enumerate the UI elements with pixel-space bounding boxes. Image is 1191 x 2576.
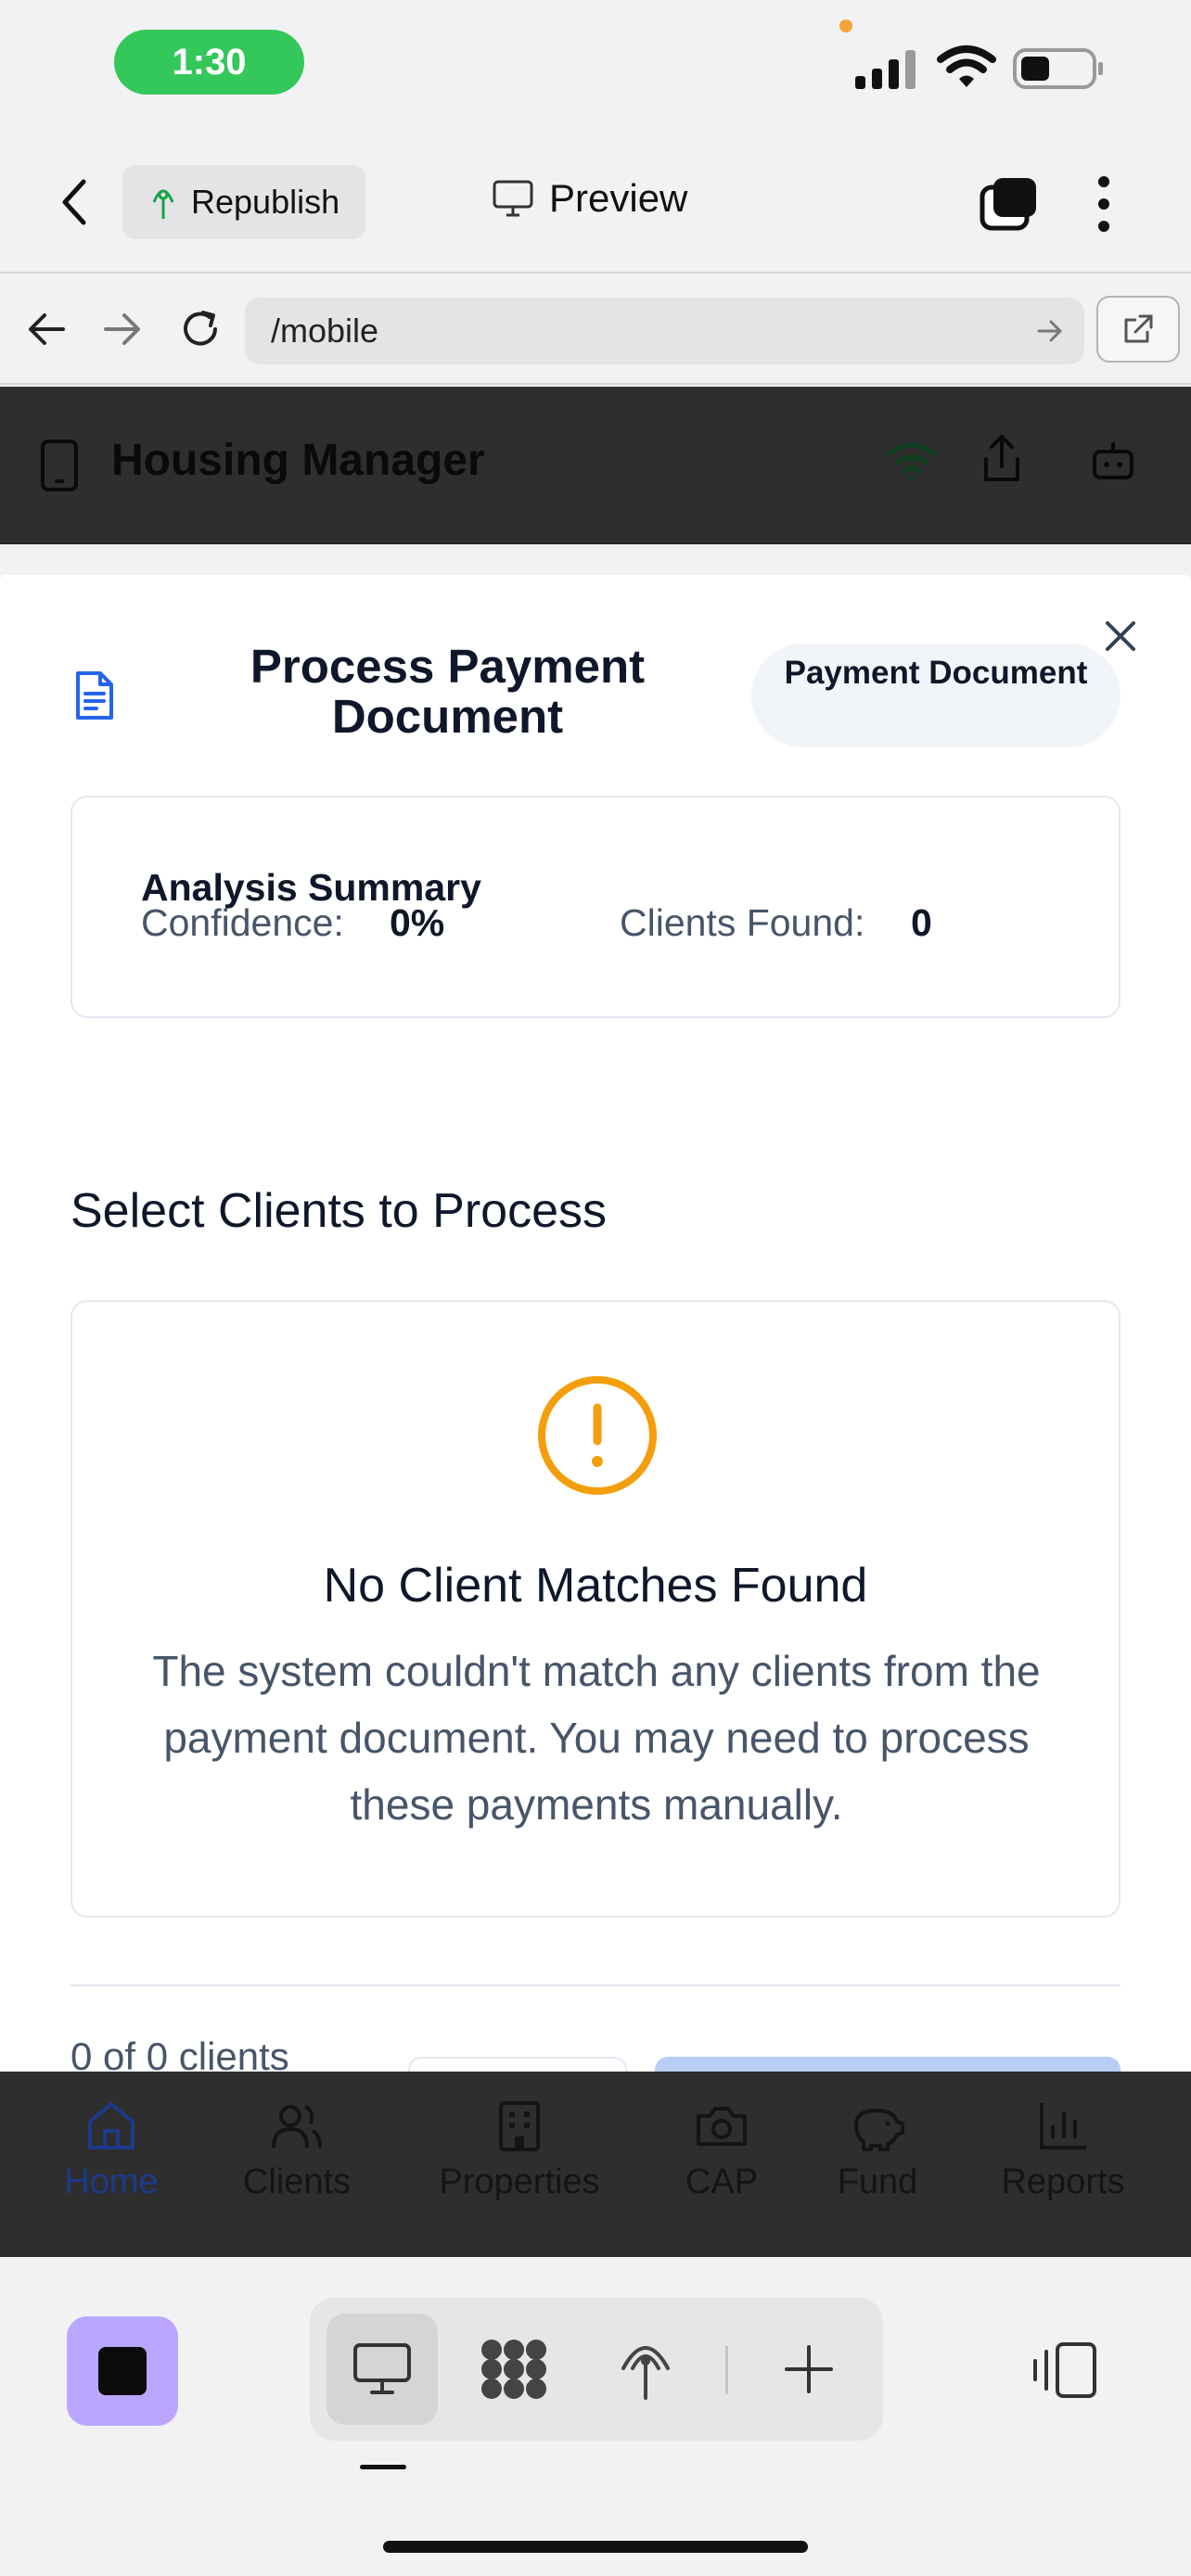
clients-found-label: Clients Found: bbox=[620, 901, 865, 944]
share-icon[interactable] bbox=[980, 433, 1023, 485]
process-payments-button[interactable] bbox=[655, 2057, 1121, 2072]
nav-item-cap[interactable]: CAP bbox=[657, 2099, 787, 2202]
nav-item-reports[interactable]: Reports bbox=[989, 2099, 1137, 2202]
nav-item-fund[interactable]: Fund bbox=[813, 2099, 942, 2202]
nav-label-reports: Reports bbox=[1001, 2162, 1125, 2201]
modal-title: Process Payment Document bbox=[250, 640, 646, 743]
republish-label: Republish bbox=[191, 183, 340, 221]
bottom-navigation: Home Clients Properties CAP Fund Reports bbox=[0, 2072, 1191, 2257]
plus-icon bbox=[785, 2345, 833, 2393]
home-icon bbox=[88, 2102, 134, 2149]
nav-label-clients: Clients bbox=[242, 2162, 352, 2201]
stop-square-icon bbox=[98, 2347, 147, 2395]
antenna-icon bbox=[621, 2346, 670, 2400]
home-indicator bbox=[383, 2541, 808, 2553]
confidence-label: Confidence: bbox=[141, 901, 344, 944]
footer-divider bbox=[70, 1984, 1121, 1986]
antenna-icon bbox=[152, 189, 174, 219]
clients-found-value: 0 bbox=[911, 901, 932, 944]
browser-dock bbox=[0, 2257, 1191, 2576]
mode-separator bbox=[725, 2346, 728, 2394]
monitor-icon bbox=[353, 2343, 411, 2394]
back-chevron-icon[interactable] bbox=[56, 176, 93, 228]
bot-icon[interactable] bbox=[1090, 439, 1136, 481]
republish-button[interactable]: Republish bbox=[122, 165, 365, 239]
users-icon bbox=[272, 2105, 322, 2149]
empty-state-card: No Client Matches Found The system could… bbox=[70, 1300, 1121, 1918]
alert-circle-icon bbox=[538, 1376, 657, 1495]
editor-toolbar: Republish Preview bbox=[0, 130, 1191, 274]
app-title: Housing Manager bbox=[111, 436, 485, 485]
reload-icon[interactable] bbox=[178, 307, 223, 351]
bar-chart-icon bbox=[1040, 2103, 1086, 2149]
recording-indicator-dot bbox=[839, 19, 852, 32]
assets-view-button[interactable] bbox=[458, 2314, 570, 2425]
empty-state-title: No Client Matches Found bbox=[323, 1559, 868, 1613]
status-bar: 1:30 bbox=[0, 0, 1191, 130]
smartphone-icon bbox=[41, 440, 78, 491]
url-input[interactable]: /mobile bbox=[245, 298, 1084, 364]
preview-selector[interactable]: Preview bbox=[492, 176, 687, 221]
process-payment-modal: Process Payment Document Payment Documen… bbox=[0, 575, 1191, 2072]
sidebar-toggle-icon[interactable] bbox=[1030, 2340, 1098, 2400]
arrow-right-icon[interactable] bbox=[102, 311, 143, 348]
selected-clients-count: 0 of 0 clients bbox=[70, 2034, 289, 2072]
confidence-value: 0% bbox=[390, 901, 445, 944]
camera-icon bbox=[697, 2107, 747, 2146]
stop-button[interactable] bbox=[67, 2316, 178, 2426]
battery-icon bbox=[1013, 48, 1103, 89]
add-button[interactable] bbox=[753, 2314, 864, 2425]
cancel-button[interactable] bbox=[408, 2057, 627, 2072]
monitor-icon bbox=[493, 180, 533, 217]
go-arrow-icon[interactable] bbox=[1036, 318, 1064, 344]
tabs-icon[interactable] bbox=[979, 176, 1038, 232]
app-header: Housing Manager bbox=[0, 387, 1191, 544]
browser-url-bar: /mobile bbox=[0, 275, 1191, 385]
active-mode-indicator bbox=[360, 2465, 406, 2469]
nav-label-cap: CAP bbox=[685, 2162, 759, 2201]
nav-label-home: Home bbox=[64, 2162, 159, 2201]
grid-blob-icon bbox=[481, 2340, 546, 2399]
cellular-signal-icon bbox=[855, 50, 916, 89]
url-text: /mobile bbox=[271, 312, 379, 350]
building-icon bbox=[499, 2101, 540, 2151]
arrow-left-icon[interactable] bbox=[26, 311, 67, 348]
publish-view-button[interactable] bbox=[590, 2314, 701, 2425]
view-mode-group bbox=[310, 2298, 883, 2441]
document-type-badge: Payment Document bbox=[751, 644, 1121, 747]
piggy-bank-icon bbox=[854, 2109, 904, 2151]
nav-item-home[interactable]: Home bbox=[37, 2099, 186, 2202]
more-vertical-icon[interactable] bbox=[1095, 174, 1113, 234]
analysis-summary-card: Analysis Summary Confidence: 0% Clients … bbox=[70, 796, 1121, 1018]
status-time: 1:30 bbox=[114, 30, 304, 95]
external-link-icon bbox=[1124, 314, 1153, 343]
preview-label: Preview bbox=[549, 176, 688, 220]
wifi-icon bbox=[937, 45, 996, 87]
nav-label-properties: Properties bbox=[439, 2162, 600, 2201]
nav-item-clients[interactable]: Clients bbox=[223, 2099, 371, 2202]
nav-label-fund: Fund bbox=[837, 2162, 918, 2201]
connection-wifi-icon bbox=[887, 442, 937, 480]
desktop-view-button[interactable] bbox=[327, 2314, 438, 2425]
nav-item-properties[interactable]: Properties bbox=[422, 2099, 617, 2202]
file-text-icon bbox=[76, 671, 113, 720]
close-icon[interactable] bbox=[1102, 618, 1139, 655]
open-external-button[interactable] bbox=[1096, 296, 1180, 363]
section-title: Select Clients to Process bbox=[70, 1184, 608, 1238]
empty-state-description: The system couldn't match any clients fr… bbox=[152, 1647, 1041, 1829]
